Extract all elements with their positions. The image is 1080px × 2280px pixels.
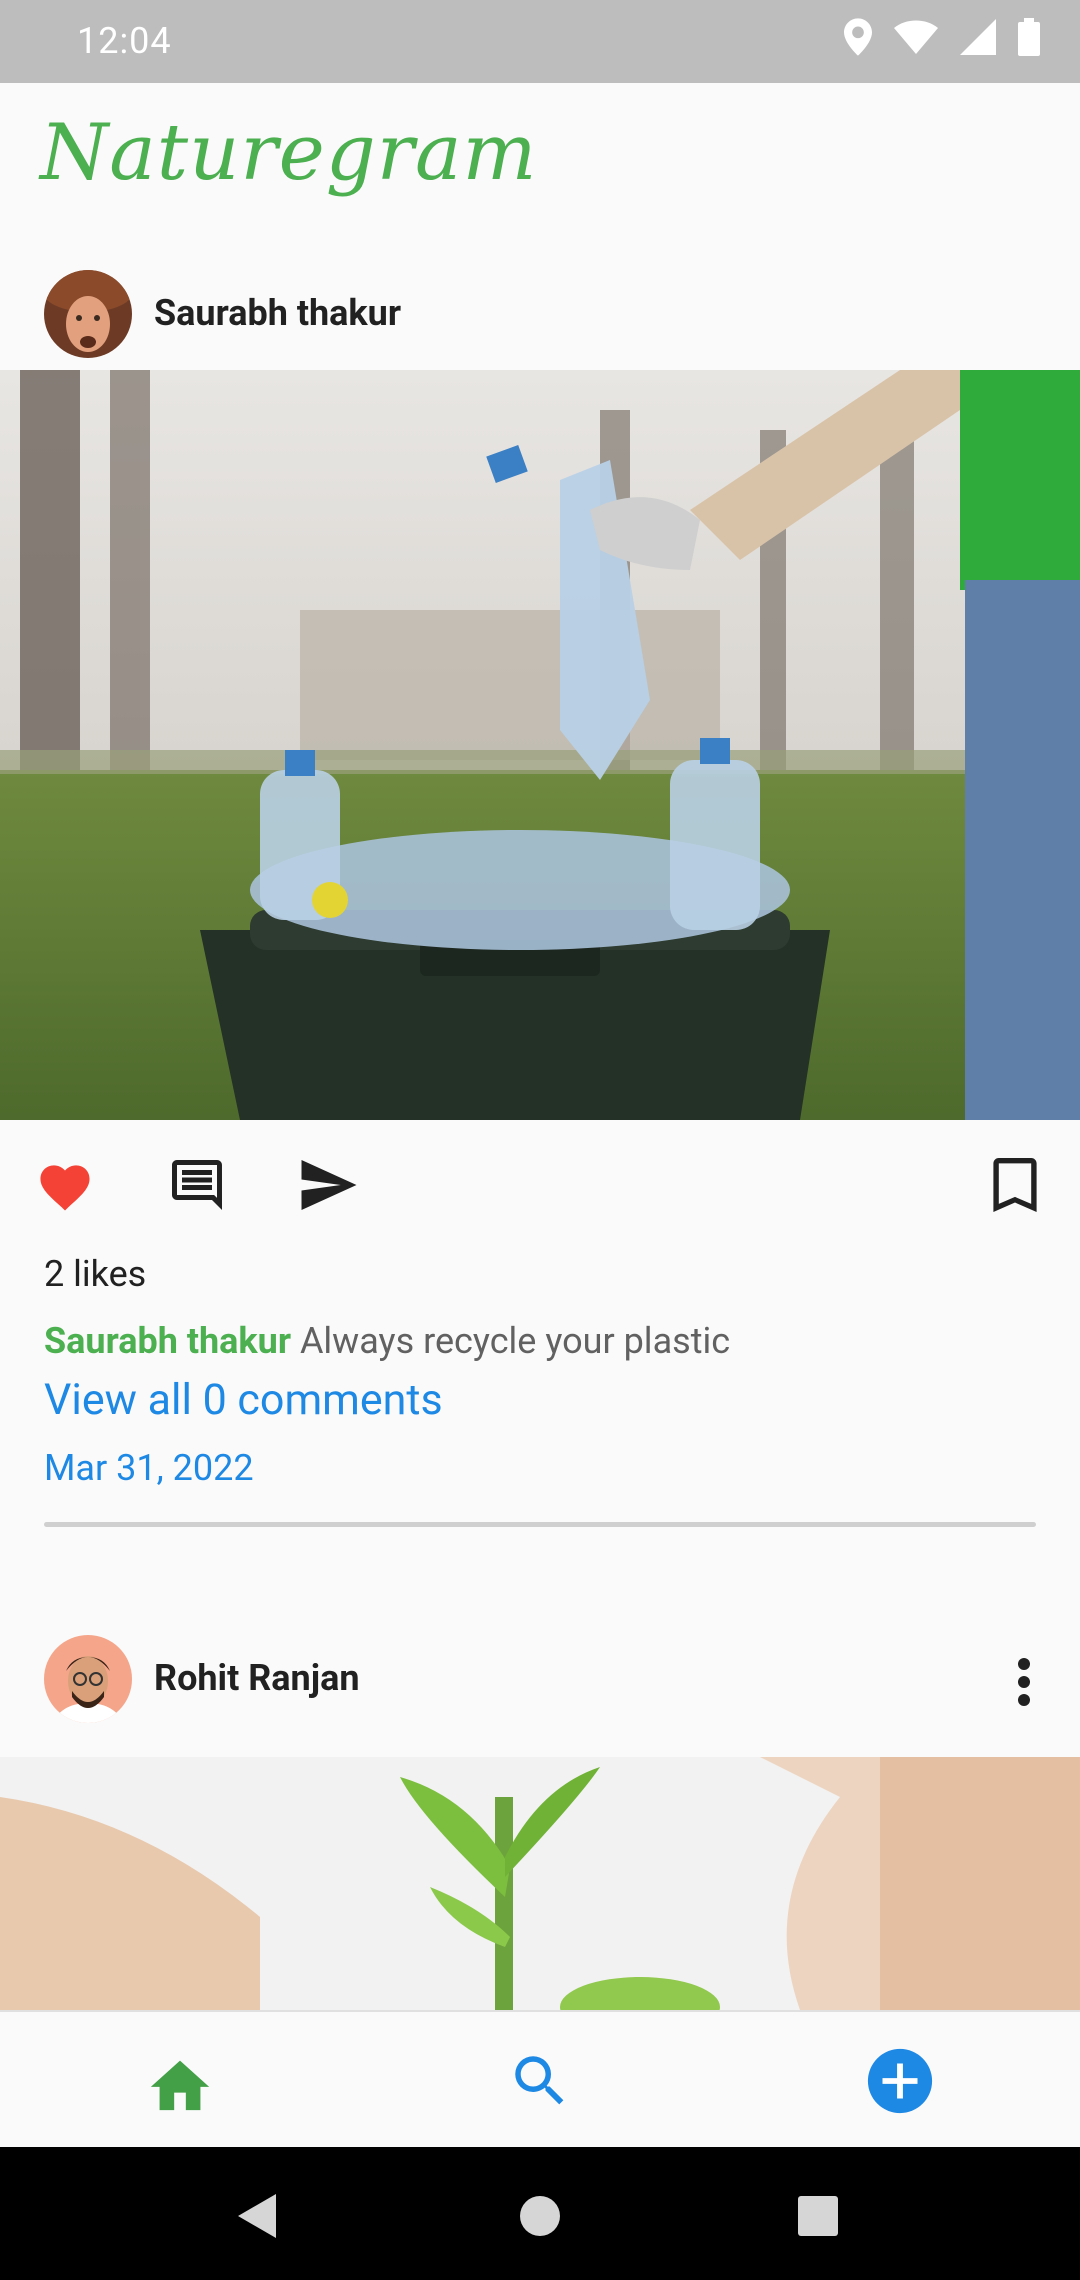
home-icon[interactable] [120,2012,240,2149]
back-icon[interactable] [223,2181,293,2251]
search-icon[interactable] [480,2012,600,2149]
status-time: 12:04 [77,20,172,62]
more-vert-icon[interactable] [1016,1657,1032,1707]
caption-author[interactable]: Saurabh thakur [44,1320,291,1362]
recents-icon[interactable] [783,2181,853,2251]
post-actions [0,1150,1080,1220]
app-title: Naturegram [40,108,538,198]
bottom-navigation [0,2010,1080,2149]
system-navigation-bar [0,2147,1080,2280]
divider [44,1522,1036,1527]
home-circle-icon[interactable] [505,2181,575,2251]
likes-count: 2 likes [44,1253,147,1295]
status-bar: 12:04 [0,0,1080,83]
wifi-icon [894,20,938,58]
avatar[interactable] [44,1635,132,1723]
post-header: Saurabh thakur [0,270,1080,360]
heart-icon[interactable] [30,1150,100,1220]
post-date: Mar 31, 2022 [44,1447,254,1489]
view-comments-link[interactable]: View all 0 comments [44,1375,443,1425]
post-image[interactable] [0,370,1080,1120]
post-image[interactable] [0,1757,1080,2010]
battery-icon [1018,18,1040,60]
post-header: Rohit Ranjan [0,1635,1080,1725]
post-username[interactable]: Saurabh thakur [154,292,401,334]
comment-icon[interactable] [162,1150,232,1220]
avatar[interactable] [44,270,132,358]
send-icon[interactable] [294,1150,364,1220]
signal-icon [960,19,996,59]
bookmark-icon[interactable] [980,1150,1050,1220]
post-username[interactable]: Rohit Ranjan [154,1657,360,1699]
post-caption: Saurabh thakur Always recycle your plast… [44,1320,730,1362]
add-circle-icon[interactable] [840,2012,960,2149]
location-icon [844,18,872,60]
caption-text: Always recycle your plastic [291,1320,731,1362]
